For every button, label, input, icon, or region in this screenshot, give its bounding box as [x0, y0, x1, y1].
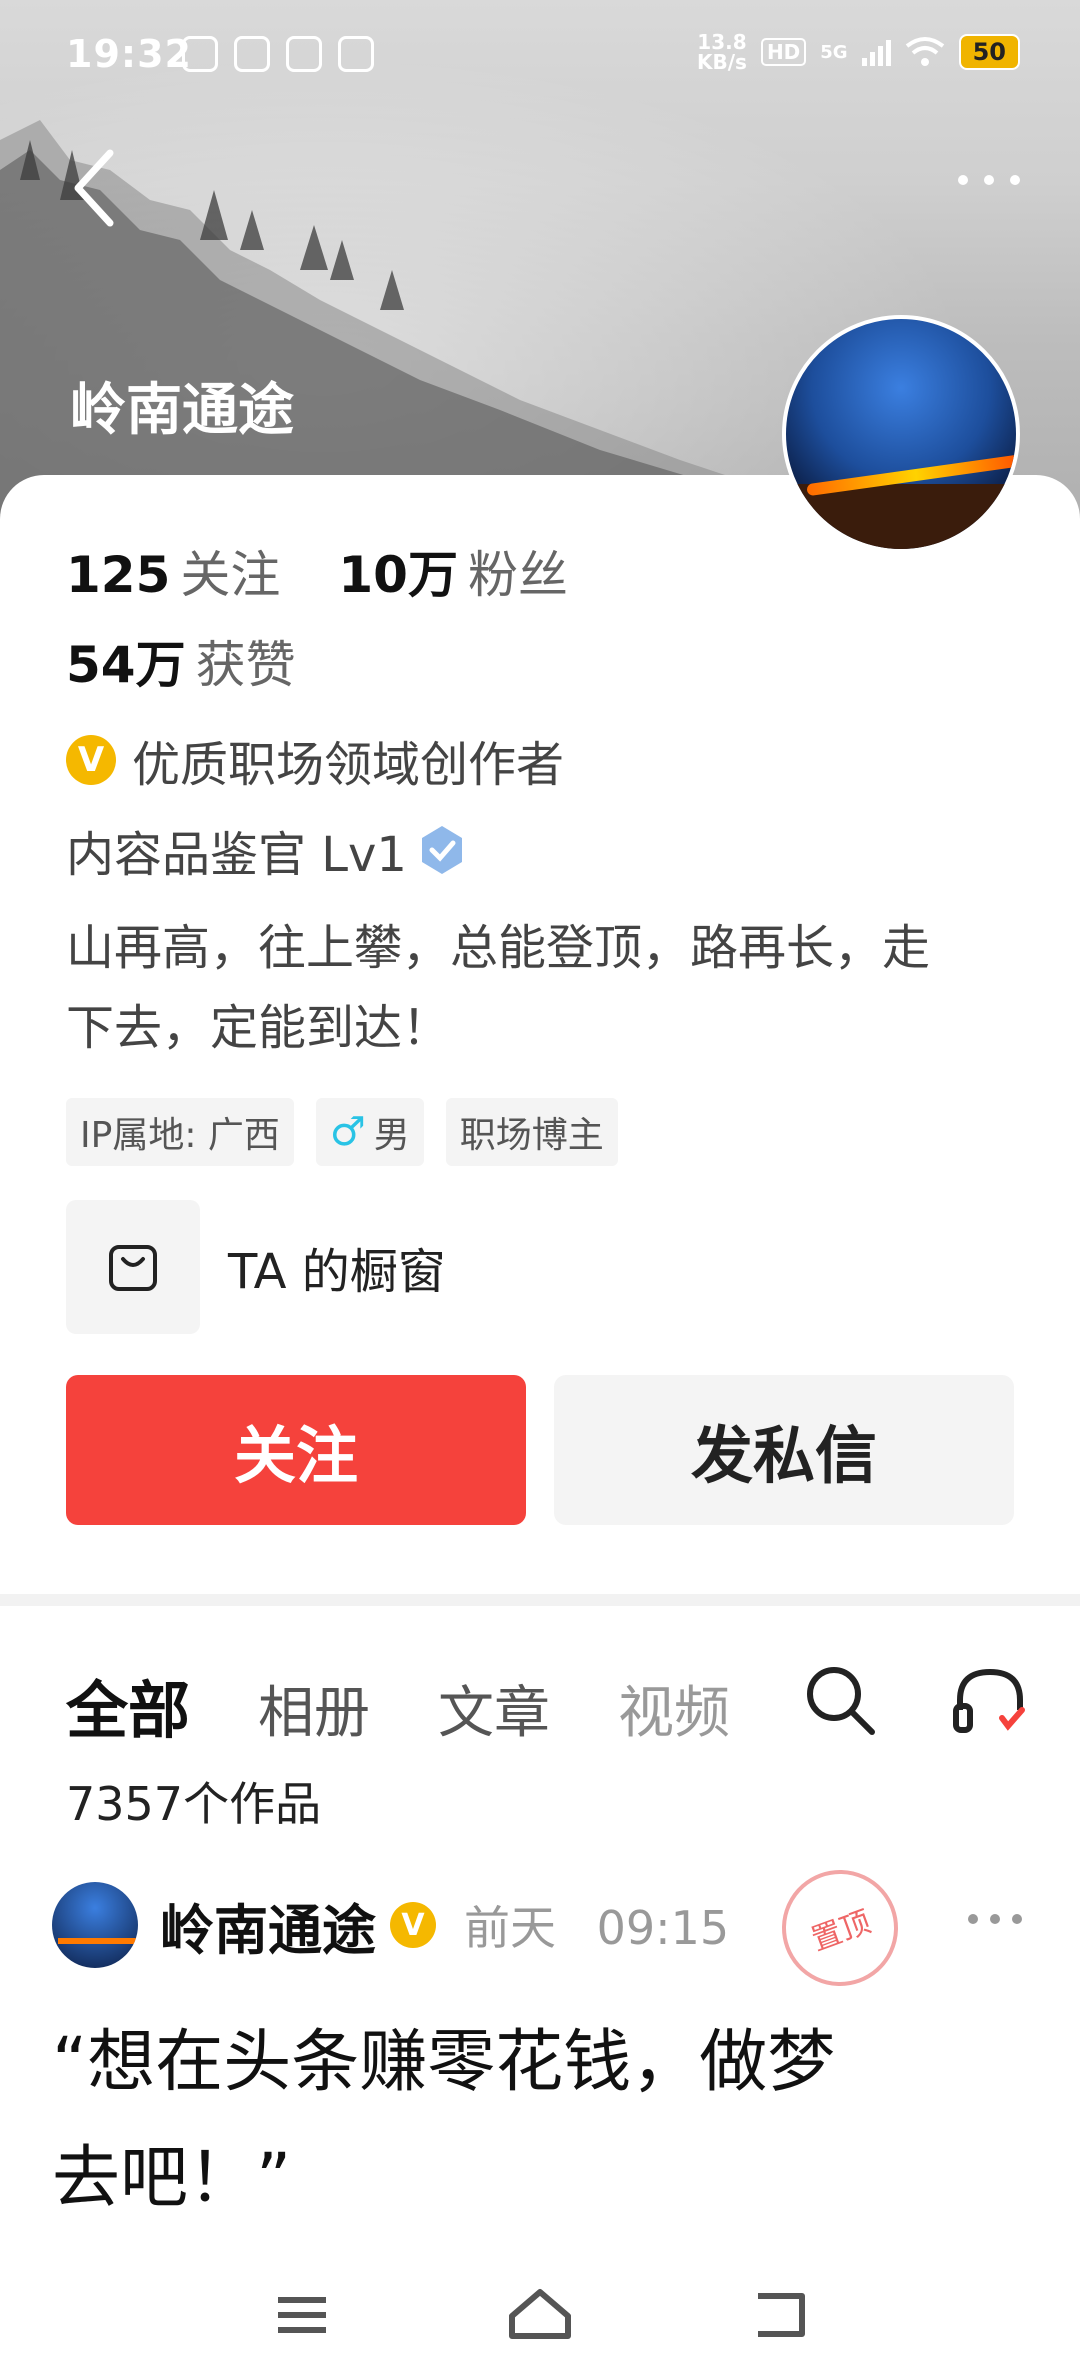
wifi-icon [905, 37, 944, 66]
post-time-clock: 09:15 [596, 1901, 730, 1955]
male-icon: ♂ [329, 1109, 366, 1155]
post-title-line-1: “想在头条赚零花钱，做梦 [52, 2023, 836, 2102]
message-button[interactable]: 发私信 [554, 1375, 1014, 1525]
ip-location-tag: IP属地: 广西 [66, 1098, 294, 1166]
followers-label: 粉丝 [467, 546, 568, 604]
level-text: 内容品鉴官 Lv1 [66, 827, 407, 883]
post-header: 岭南通途 V 前天 09:15 置顶 [52, 1853, 1042, 2003]
content-tabs: 全部 相册 文章 视频 [66, 1660, 730, 1750]
followers-count: 10万 [338, 546, 458, 604]
section-divider [0, 1594, 1080, 1606]
follow-button[interactable]: 关注 [66, 1375, 526, 1525]
profile-bio: 山再高，往上攀，总能登顶，路再长，走 下去，定能到达！ [66, 908, 1026, 1068]
gender-text: 男 [373, 1115, 410, 1156]
post-title[interactable]: “想在头条赚零花钱，做梦 去吧！” [52, 2005, 1042, 2237]
following-label: 关注 [180, 546, 281, 604]
post-title-line-2: 去吧！” [52, 2139, 292, 2218]
header-username: 岭南通途 [70, 378, 294, 443]
battery-icon: 50 [958, 34, 1020, 70]
profile-avatar[interactable] [782, 315, 1020, 553]
signal-icon [861, 38, 891, 66]
likes-count: 54万 [66, 636, 186, 694]
message-icon [286, 36, 322, 72]
shop-window-entry[interactable]: TA 的橱窗 [66, 1200, 446, 1334]
shop-window-label: TA 的橱窗 [228, 1244, 446, 1300]
works-count: 7357个作品 [66, 1777, 322, 1831]
back-arrow-icon[interactable] [70, 148, 120, 228]
notification-icons [182, 36, 374, 72]
verified-v-icon: V [66, 735, 116, 785]
status-time: 19:32 [66, 32, 192, 76]
tab-video[interactable]: 视频 [618, 1668, 730, 1749]
net-speed-value: 13.8 [697, 30, 747, 54]
app-notification-icon [338, 36, 374, 72]
post-author-avatar[interactable] [52, 1882, 138, 1968]
creator-badge-row[interactable]: V 优质职场领域创作者 [66, 725, 564, 795]
menu-icon[interactable] [262, 2280, 342, 2350]
level-row[interactable]: 内容品鉴官 Lv1 [66, 815, 469, 885]
likes-label: 获赞 [195, 636, 296, 694]
tab-all[interactable]: 全部 [66, 1660, 190, 1750]
status-bar: 19:32 13.8 KB/s HD 5G 50 [0, 0, 1080, 110]
followers-stat[interactable]: 10万 粉丝 [338, 535, 568, 607]
creator-badge-text: 优质职场领域创作者 [132, 737, 565, 793]
pinned-stamp: 置顶 [765, 1853, 915, 2003]
more-options-icon[interactable] [958, 175, 1020, 185]
shopping-bag-icon [109, 1245, 157, 1291]
profile-tags: IP属地: 广西 ♂ 男 职场博主 [66, 1098, 618, 1166]
back-nav-icon[interactable] [740, 2280, 820, 2350]
search-icon[interactable] [800, 1660, 880, 1740]
system-nav-bar [0, 2260, 1080, 2376]
wechat-icon [234, 36, 270, 72]
level-check-icon [421, 826, 462, 874]
bio-line-2: 下去，定能到达！ [66, 1000, 451, 1056]
post-verified-icon: V [390, 1902, 436, 1948]
post-time: 前天 09:15 [464, 1892, 729, 1958]
post-time-day: 前天 [464, 1901, 556, 1955]
bio-line-1: 山再高，往上攀，总能登顶，路再长，走 [66, 920, 931, 976]
tab-article[interactable]: 文章 [438, 1668, 550, 1749]
net-speed-unit: KB/s [696, 50, 747, 74]
network-type: 5G [820, 41, 848, 63]
following-stat[interactable]: 125 关注 [66, 535, 280, 607]
likes-stat: 54万 获赞 [66, 625, 296, 697]
leaf-app-icon [182, 36, 218, 72]
shop-box [66, 1200, 200, 1334]
post-author-name[interactable]: 岭南通途 [160, 1886, 376, 1965]
following-count: 125 [66, 546, 171, 604]
category-tag: 职场博主 [445, 1098, 618, 1166]
headphones-icon[interactable] [950, 1660, 1030, 1740]
gender-tag: ♂ 男 [315, 1098, 424, 1166]
follow-stats: 125 关注 10万 粉丝 [66, 535, 568, 607]
hd-icon: HD [760, 38, 807, 66]
post-more-icon[interactable] [968, 1914, 1022, 1924]
home-icon[interactable] [500, 2280, 580, 2350]
network-speed: 13.8 KB/s [697, 32, 747, 72]
tab-album[interactable]: 相册 [258, 1668, 370, 1749]
